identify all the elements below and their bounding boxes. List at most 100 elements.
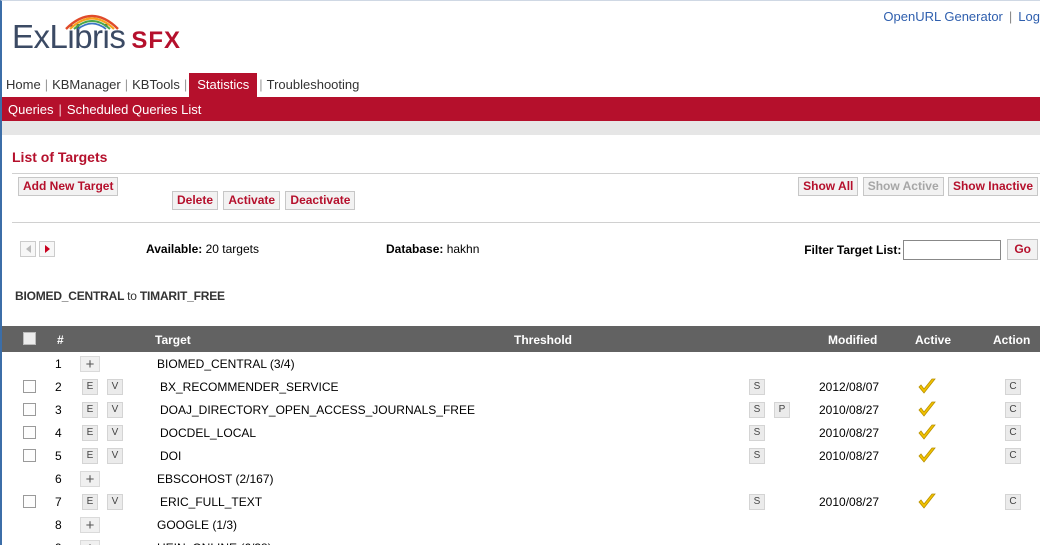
expand-group-button[interactable]: + xyxy=(80,517,100,533)
checkmark-icon[interactable] xyxy=(916,376,938,396)
add-new-target-button[interactable]: Add New Target xyxy=(18,177,119,196)
expand-group-button[interactable]: + xyxy=(80,471,100,487)
row-checkbox[interactable] xyxy=(23,495,36,508)
checkmark-icon[interactable] xyxy=(916,491,938,511)
checkmark-icon[interactable] xyxy=(916,399,938,419)
range-label: BIOMED_CENTRAL to TIMARIT_FREE xyxy=(12,281,1040,319)
nav-troubleshooting[interactable]: Troubleshooting xyxy=(263,77,364,97)
checkmark-icon[interactable] xyxy=(916,422,938,442)
copy-button[interactable]: C xyxy=(1005,494,1021,510)
table-row: 8 + GOOGLE (1/3) xyxy=(2,513,1040,536)
exlibris-logo: ExLibris SFX xyxy=(12,14,181,57)
col-number: # xyxy=(57,333,64,347)
copy-button[interactable]: C xyxy=(1005,402,1021,418)
expand-group-button[interactable]: + xyxy=(80,356,100,372)
view-button[interactable]: V xyxy=(107,494,123,510)
subnav-queries[interactable]: Queries xyxy=(8,102,54,117)
next-page-button[interactable] xyxy=(39,241,55,257)
nav-kbmanager[interactable]: KBManager xyxy=(48,77,125,97)
show-all-button[interactable]: Show All xyxy=(798,177,859,196)
target-name[interactable]: ERIC_FULL_TEXT xyxy=(160,495,262,509)
triangle-right-icon xyxy=(44,245,50,253)
deactivate-button[interactable]: Deactivate xyxy=(285,191,356,210)
target-name[interactable]: BX_RECOMMENDER_SERVICE xyxy=(160,380,339,394)
go-button[interactable]: Go xyxy=(1007,239,1038,260)
copy-button[interactable]: C xyxy=(1005,379,1021,395)
filter-input[interactable] xyxy=(903,239,1002,260)
target-name[interactable]: DOCDEL_LOCAL xyxy=(160,426,256,440)
nav-home[interactable]: Home xyxy=(2,77,45,97)
row-number: 3 xyxy=(55,403,62,417)
services-button[interactable]: S xyxy=(749,494,765,510)
row-checkbox[interactable] xyxy=(23,449,36,462)
logout-link[interactable]: Log xyxy=(1018,9,1040,24)
edit-button[interactable]: E xyxy=(82,448,98,464)
view-button[interactable]: V xyxy=(107,379,123,395)
select-all-checkbox[interactable] xyxy=(23,332,36,345)
subnav-scheduled-queries[interactable]: Scheduled Queries List xyxy=(67,102,201,117)
expand-group-button[interactable]: + xyxy=(80,540,100,545)
group-target-name[interactable]: GOOGLE (1/3) xyxy=(157,518,237,532)
database-info: Database: hakhn xyxy=(386,242,479,256)
row-number: 8 xyxy=(55,518,62,532)
table-row: 3 E V DOAJ_DIRECTORY_OPEN_ACCESS_JOURNALS_F… xyxy=(2,398,1040,421)
nav-statistics[interactable]: Statistics xyxy=(189,73,258,97)
table-row: 5 E V DOI S 2010/08/27 C xyxy=(2,444,1040,467)
edit-button[interactable]: E xyxy=(82,425,98,441)
copy-button[interactable]: C xyxy=(1005,425,1021,441)
col-action: Action xyxy=(993,333,1031,347)
table-row: 1 + BIOMED_CENTRAL (3/4) xyxy=(2,352,1040,375)
visibility-filter-buttons: Show All Show Active Show Inactive xyxy=(797,177,1038,196)
openurl-generator-link[interactable]: OpenURL Generator xyxy=(883,9,1002,24)
target-name[interactable]: DOAJ_DIRECTORY_OPEN_ACCESS_JOURNALS_FREE xyxy=(160,403,475,417)
portfolios-button[interactable]: P xyxy=(774,402,790,418)
sfx-window: ExLibris SFX OpenURL Generator | Log Home |… xyxy=(0,0,1040,545)
edit-button[interactable]: E xyxy=(82,402,98,418)
activate-button[interactable]: Activate xyxy=(223,191,281,210)
delete-button[interactable]: Delete xyxy=(172,191,219,210)
row-number: 1 xyxy=(55,357,62,371)
view-button[interactable]: V xyxy=(107,425,123,441)
targets-table-body: 1 + BIOMED_CENTRAL (3/4) 2 E V BX_RECOMMENDER_… xyxy=(2,352,1040,545)
available-count: Available: 20 targets xyxy=(146,242,259,256)
filter-label: Filter Target List: xyxy=(804,242,902,257)
edit-button[interactable]: E xyxy=(82,494,98,510)
group-target-name[interactable]: HEIN_ONLINE (6/38) xyxy=(157,541,272,545)
row-checkbox[interactable] xyxy=(23,426,36,439)
link-separator: | xyxy=(1008,9,1013,24)
pager xyxy=(20,241,55,257)
row-number: 5 xyxy=(55,449,62,463)
checkmark-icon[interactable] xyxy=(916,445,938,465)
database-label: Database: xyxy=(386,242,444,256)
table-row: 6 + EBSCOHOST (2/167) xyxy=(2,467,1040,490)
row-number: 9 xyxy=(55,541,62,545)
edit-button[interactable]: E xyxy=(82,379,98,395)
prev-page-button[interactable] xyxy=(20,241,36,257)
services-button[interactable]: S xyxy=(749,379,765,395)
copy-button[interactable]: C xyxy=(1005,448,1021,464)
col-threshold: Threshold xyxy=(514,333,573,347)
col-active[interactable]: Active xyxy=(915,333,951,347)
col-modified[interactable]: Modified xyxy=(828,333,877,347)
services-button[interactable]: S xyxy=(749,425,765,441)
target-toolbar: Add New Target Delete Activate Deactivat… xyxy=(12,174,1040,222)
row-checkbox[interactable] xyxy=(23,403,36,416)
show-active-button[interactable]: Show Active xyxy=(862,177,944,196)
target-name[interactable]: DOI xyxy=(160,449,181,463)
nav-separator: | xyxy=(183,77,188,92)
row-checkbox[interactable] xyxy=(23,380,36,393)
view-button[interactable]: V xyxy=(107,402,123,418)
services-button[interactable]: S xyxy=(749,448,765,464)
range-from: BIOMED_CENTRAL xyxy=(15,289,124,303)
group-target-name[interactable]: BIOMED_CENTRAL (3/4) xyxy=(157,357,295,371)
group-target-name[interactable]: EBSCOHOST (2/167) xyxy=(157,472,273,486)
show-inactive-button[interactable]: Show Inactive xyxy=(947,177,1038,196)
range-to-word: to xyxy=(127,289,137,303)
modified-date: 2010/08/27 xyxy=(819,426,880,440)
row-number: 6 xyxy=(55,472,62,486)
col-target[interactable]: Target xyxy=(155,333,191,347)
nav-kbtools[interactable]: KBTools xyxy=(128,77,184,97)
filter-target-list: Filter Target List: Go xyxy=(804,239,1038,260)
services-button[interactable]: S xyxy=(749,402,765,418)
view-button[interactable]: V xyxy=(107,448,123,464)
